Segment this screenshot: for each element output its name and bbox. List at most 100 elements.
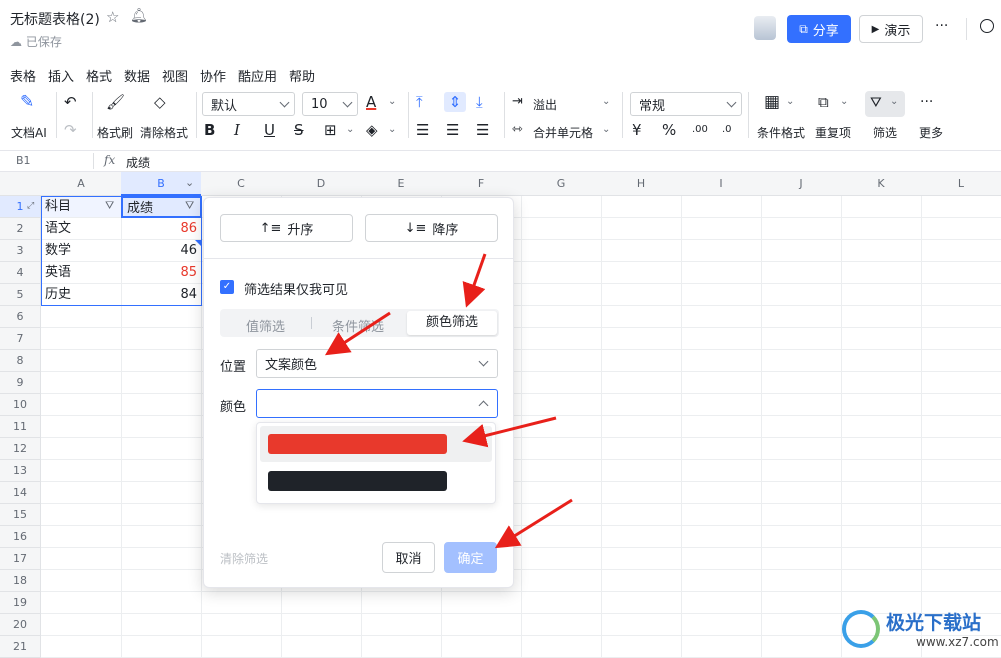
row-header[interactable]: 19 — [0, 592, 41, 614]
row-header[interactable]: 21 — [0, 636, 41, 658]
row-header[interactable]: 8 — [0, 350, 41, 372]
row-header[interactable]: 7 — [0, 328, 41, 350]
share-button[interactable]: ⧉ 分享 — [787, 15, 851, 43]
decimal-increase-icon[interactable]: .0 — [722, 120, 732, 140]
bell-icon[interactable]: 🔔︎ — [130, 8, 148, 24]
table-row-score[interactable]: 86 — [121, 218, 202, 240]
clear-format-label[interactable]: 清除格式 — [140, 124, 188, 141]
row-header[interactable]: 18 — [0, 570, 41, 592]
row-header[interactable]: 12 — [0, 438, 41, 460]
chevron-down-icon[interactable]: ⌄ — [602, 120, 610, 140]
row-header[interactable]: 15 — [0, 504, 41, 526]
avatar[interactable] — [754, 16, 776, 40]
column-header[interactable]: F — [441, 172, 522, 196]
table-row-subject[interactable]: 英语 — [41, 262, 122, 284]
row-header[interactable]: 13 — [0, 460, 41, 482]
chevron-down-icon[interactable]: ⌄ — [185, 176, 194, 189]
merge-cells-icon[interactable]: ⇿ — [512, 120, 523, 140]
confirm-button[interactable]: 确定 — [444, 542, 497, 573]
table-row-score[interactable]: 46 — [121, 240, 202, 262]
more-dots-icon[interactable]: ··· — [920, 92, 933, 112]
filter-label[interactable]: 筛选 — [873, 124, 897, 141]
column-header[interactable]: E — [361, 172, 442, 196]
sort-descending-button[interactable]: ↓≡ 降序 — [365, 214, 498, 242]
filter-funnel-icon[interactable]: ⛛ — [870, 93, 882, 113]
column-header[interactable]: J — [761, 172, 842, 196]
cond-format-label[interactable]: 条件格式 — [757, 124, 805, 141]
search-icon[interactable] — [980, 19, 994, 33]
sort-ascending-button[interactable]: ↑≡ 升序 — [220, 214, 353, 242]
chevron-down-icon[interactable]: ⌄ — [840, 92, 848, 112]
clear-filter-link[interactable]: 清除筛选 — [220, 550, 268, 567]
format-brush-icon[interactable]: 🖌︎ — [106, 92, 125, 112]
column-header[interactable]: D — [281, 172, 362, 196]
menu-collab[interactable]: 协作 — [200, 66, 226, 85]
format-brush-label[interactable]: 格式刷 — [97, 124, 133, 141]
row-header[interactable]: 9 — [0, 372, 41, 394]
currency-icon[interactable]: ¥ — [632, 120, 642, 140]
italic-icon[interactable]: I — [234, 120, 240, 140]
column-header[interactable]: I — [681, 172, 762, 196]
row-header[interactable]: 2 — [0, 218, 41, 240]
border-icon[interactable]: ⊞ — [324, 120, 337, 140]
chevron-down-icon[interactable]: ⌄ — [388, 120, 396, 140]
chevron-down-icon[interactable]: ⌄ — [602, 92, 610, 112]
menu-table[interactable]: 表格 — [10, 66, 36, 85]
align-center-icon[interactable]: ☰ — [446, 120, 459, 140]
duplicates-icon[interactable]: ⧉ — [818, 92, 829, 112]
row-header[interactable]: 10 — [0, 394, 41, 416]
row-header[interactable]: 20 — [0, 614, 41, 636]
table-row-subject[interactable]: 历史 — [41, 284, 122, 306]
only-me-checkbox[interactable]: ✓ — [220, 280, 234, 294]
table-row-score[interactable]: 84 — [121, 284, 202, 306]
cell-reference[interactable]: B1 — [16, 154, 31, 167]
color-select[interactable] — [256, 389, 498, 418]
more-menu-button[interactable]: ··· — [935, 18, 948, 34]
align-right-icon[interactable]: ☰ — [476, 120, 489, 140]
document-title[interactable]: 无标题表格(2) — [10, 9, 100, 29]
select-all-corner[interactable] — [0, 172, 42, 196]
column-header[interactable]: C — [201, 172, 282, 196]
column-header[interactable]: A — [41, 172, 122, 196]
number-format-select[interactable]: 常规 — [630, 92, 742, 116]
percent-icon[interactable]: % — [662, 120, 676, 140]
align-top-icon[interactable]: ⤒ — [416, 92, 423, 112]
decimal-decrease-icon[interactable]: .00 — [692, 120, 708, 140]
filter-icon[interactable]: ⛛ — [105, 199, 114, 213]
more-label[interactable]: 更多 — [919, 124, 943, 141]
font-size-select[interactable]: 10 — [302, 92, 358, 116]
only-me-label[interactable]: 筛选结果仅我可见 — [244, 279, 348, 298]
underline-icon[interactable]: U — [264, 120, 275, 140]
menu-view[interactable]: 视图 — [162, 66, 188, 85]
expand-icon[interactable]: ⤢ — [27, 201, 34, 211]
row-header[interactable]: 11 — [0, 416, 41, 438]
star-icon[interactable]: ☆ — [106, 8, 119, 26]
cancel-button[interactable]: 取消 — [382, 542, 435, 573]
table-row-score[interactable]: 85 — [121, 262, 202, 284]
font-color-icon[interactable]: A — [366, 92, 376, 112]
fill-color-icon[interactable]: ◈ — [366, 120, 378, 140]
menu-insert[interactable]: 插入 — [48, 66, 74, 85]
row-header[interactable]: 17 — [0, 548, 41, 570]
overflow-label[interactable]: 溢出 — [533, 96, 557, 113]
ai-sparkle-icon[interactable]: ✎ — [20, 92, 34, 112]
align-middle-icon[interactable]: ⇕ — [444, 92, 466, 112]
chevron-down-icon[interactable]: ⌄ — [786, 92, 794, 112]
table-row-subject[interactable]: 语文 — [41, 218, 122, 240]
present-button[interactable]: ▶ 演示 — [859, 15, 923, 43]
undo-icon[interactable]: ↶ — [64, 92, 77, 112]
redo-icon[interactable]: ↷ — [64, 120, 77, 140]
strikethrough-icon[interactable]: S — [294, 120, 304, 140]
doc-ai-label[interactable]: 文档AI — [11, 124, 47, 141]
duplicates-label[interactable]: 重复项 — [815, 124, 851, 141]
chevron-down-icon[interactable]: ⌄ — [346, 120, 354, 140]
bold-icon[interactable]: B — [204, 120, 215, 140]
position-select[interactable]: 文案颜色 — [256, 349, 498, 378]
color-option-red[interactable] — [268, 434, 447, 454]
merge-cells-label[interactable]: 合并单元格 — [533, 124, 593, 141]
menu-format[interactable]: 格式 — [86, 66, 112, 85]
menu-help[interactable]: 帮助 — [289, 66, 315, 85]
table-row-subject[interactable]: 数学 — [41, 240, 122, 262]
filter-icon[interactable]: ⛛ — [185, 199, 194, 213]
formula-input[interactable]: 成绩 — [126, 154, 150, 171]
